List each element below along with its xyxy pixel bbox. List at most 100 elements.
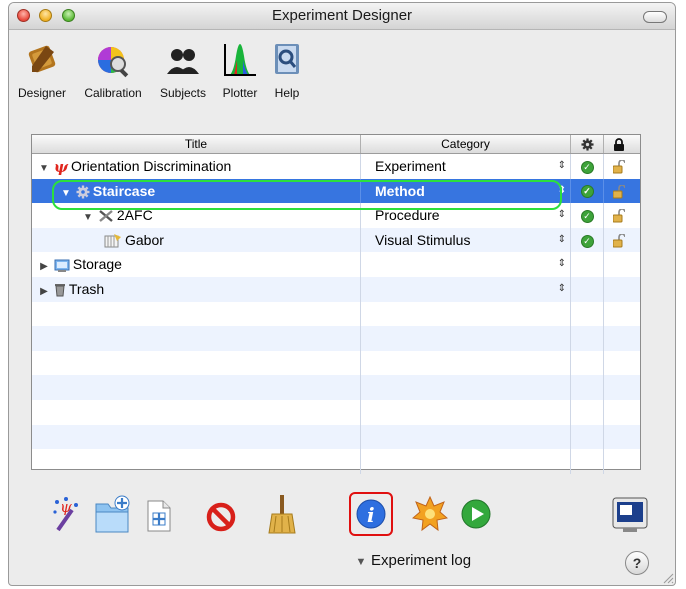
new-folder-icon: [95, 495, 130, 533]
color-wheel-icon: [98, 47, 129, 78]
row-lock-cell: [604, 203, 634, 228]
row-status-cell: ✓: [571, 178, 604, 204]
new-experiment-button[interactable]: ψ: [52, 496, 86, 537]
info-button[interactable]: i: [355, 498, 387, 535]
toolbar-plotter-label: Plotter: [222, 86, 258, 100]
row-title-cell[interactable]: ▶ Trash: [32, 276, 361, 304]
gear-icon: [580, 138, 594, 151]
toolbar-help-button[interactable]: Help: [265, 30, 309, 100]
toolbar-calibration-label: Calibration: [84, 86, 142, 100]
experiment-outline-table[interactable]: Title Category ▼ ψ Orientation Discrimina…: [31, 134, 641, 474]
category-stepper-icon[interactable]: ⇕: [558, 203, 566, 227]
row-title-cell[interactable]: ▶ Storage: [32, 252, 361, 277]
experiment-log-label: Experiment log: [371, 552, 472, 569]
column-header-lock[interactable]: [604, 135, 634, 153]
category-stepper-icon[interactable]: ⇕: [558, 277, 566, 301]
toolbar-toggle-button[interactable]: [643, 11, 667, 23]
disclosure-triangle-icon[interactable]: ▼: [82, 206, 94, 230]
new-folder-button[interactable]: [94, 494, 132, 539]
display-button[interactable]: [611, 496, 649, 539]
svg-text:i: i: [367, 503, 375, 527]
table-row[interactable]: ▶ Trash ⇕: [32, 276, 640, 304]
empty-row: [32, 424, 640, 450]
column-header-title[interactable]: Title: [32, 135, 361, 153]
unlocked-icon[interactable]: [613, 184, 625, 199]
row-category: Procedure: [375, 207, 440, 224]
unlocked-icon[interactable]: [613, 209, 625, 223]
toolbar-calibration-button[interactable]: Calibration: [74, 30, 152, 100]
clean-button[interactable]: [268, 494, 296, 539]
resize-grip-icon[interactable]: [662, 572, 674, 584]
table-body: ▼ ψ Orientation Discrimination Experiment ⇕…: [32, 154, 640, 474]
help-book-icon: [275, 44, 299, 74]
help-button[interactable]: ?: [625, 551, 649, 575]
table-row[interactable]: Gabor Visual Stimulus ⇕ ✓: [32, 227, 640, 253]
row-category: Visual Stimulus: [375, 231, 471, 248]
row-status-cell: [571, 252, 604, 277]
gear-icon: [76, 185, 90, 199]
category-stepper-icon[interactable]: ⇕: [558, 179, 566, 203]
row-lock-cell: [604, 154, 634, 179]
disclosure-triangle-icon[interactable]: ▶: [38, 255, 50, 279]
new-document-icon: [147, 500, 171, 532]
table-row[interactable]: ▼ ψ Orientation Discrimination Experiment ⇕…: [32, 154, 640, 179]
table-row[interactable]: ▼ 2AFC Procedure ⇕ ✓: [32, 203, 640, 228]
unlocked-icon[interactable]: [613, 234, 625, 248]
row-title-cell[interactable]: Gabor: [32, 227, 361, 253]
category-stepper-icon[interactable]: ⇕: [558, 252, 566, 276]
play-icon: [461, 499, 491, 529]
row-category-cell[interactable]: Procedure ⇕: [361, 203, 571, 228]
toolbar: Designer Calibration Subjects Plotter He…: [9, 30, 675, 112]
toolbar-subjects-button[interactable]: Subjects: [152, 30, 214, 100]
experiment-log-disclosure[interactable]: ▼ Experiment log: [355, 552, 472, 569]
run-badge-icon: [411, 495, 449, 532]
empty-row: [32, 375, 640, 400]
table-row[interactable]: ▼ Staircase Method ⇕ ✓: [32, 178, 640, 206]
check-icon: ✓: [580, 209, 594, 223]
new-document-button[interactable]: [146, 500, 172, 537]
toolbar-designer-button[interactable]: Designer: [11, 30, 73, 100]
info-icon: i: [356, 499, 386, 529]
disclosure-triangle-icon[interactable]: ▼: [60, 182, 72, 206]
run-badge-button[interactable]: [411, 495, 449, 537]
row-title-cell[interactable]: ▼ 2AFC: [32, 203, 361, 228]
category-stepper-icon[interactable]: ⇕: [558, 228, 566, 252]
disclosure-triangle-icon[interactable]: ▼: [38, 157, 50, 181]
plot-icon: [224, 44, 256, 76]
empty-row: [32, 350, 640, 376]
disclosure-triangle-icon: ▼: [355, 556, 367, 568]
people-icon: [167, 49, 199, 74]
lock-icon: [614, 138, 624, 152]
tools-icon: [99, 210, 113, 223]
delete-button[interactable]: [206, 502, 236, 537]
window-title: Experiment Designer: [271, 7, 413, 24]
row-status-cell: ✓: [571, 227, 604, 253]
row-category-cell[interactable]: ⇕: [361, 252, 571, 277]
unlocked-icon[interactable]: [613, 160, 625, 174]
category-stepper-icon[interactable]: ⇕: [558, 154, 566, 178]
row-category: Experiment: [375, 158, 446, 174]
stimulus-icon: [104, 234, 121, 248]
start-button[interactable]: [460, 498, 492, 535]
column-header-category[interactable]: Category: [361, 135, 571, 153]
table-row[interactable]: ▶ Storage ⇕: [32, 252, 640, 277]
check-icon: ✓: [580, 160, 594, 174]
trash-icon: [54, 284, 65, 297]
title-bar: Experiment Designer: [9, 3, 675, 30]
row-category-cell[interactable]: Visual Stimulus ⇕: [361, 227, 571, 253]
disclosure-triangle-icon[interactable]: ▶: [38, 280, 50, 304]
column-header-status[interactable]: [571, 135, 604, 153]
toolbar-subjects-label: Subjects: [159, 86, 207, 100]
row-category-cell[interactable]: Experiment ⇕: [361, 154, 571, 179]
row-lock-cell: [604, 277, 634, 302]
row-category-cell[interactable]: Method ⇕: [361, 178, 571, 204]
row-lock-cell: [604, 228, 634, 253]
check-icon: ✓: [580, 234, 594, 248]
row-category-cell[interactable]: ⇕: [361, 276, 571, 302]
row-title-cell[interactable]: ▼ Staircase: [32, 178, 361, 206]
toolbar-plotter-button[interactable]: Plotter: [213, 30, 267, 100]
row-status-cell: ✓: [571, 154, 604, 179]
row-title-cell[interactable]: ▼ ψ Orientation Discrimination: [32, 154, 361, 179]
display-icon: [612, 497, 648, 532]
delete-icon: [206, 502, 236, 532]
